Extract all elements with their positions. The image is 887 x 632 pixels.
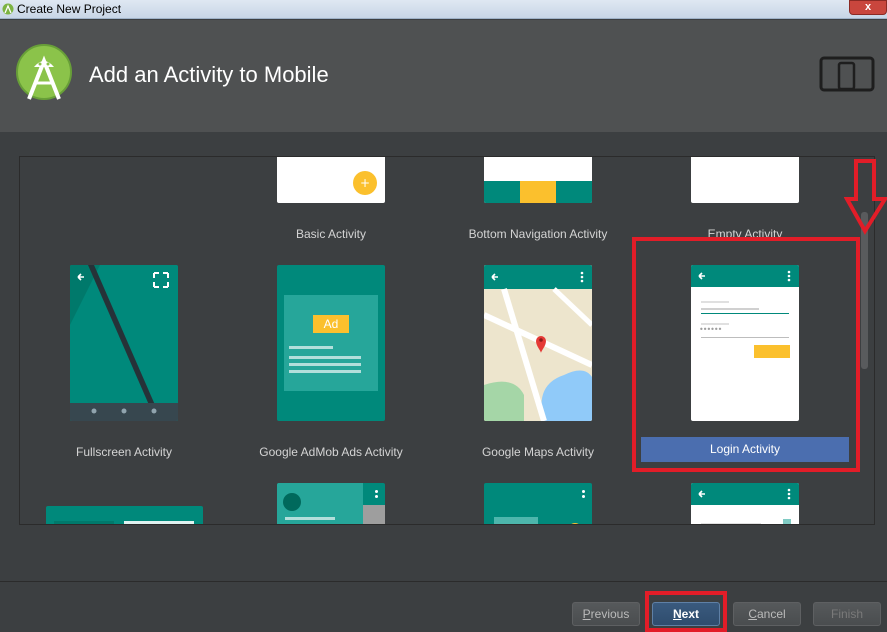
cancel-mnemonic: C bbox=[748, 607, 757, 621]
activity-card-fullscreen[interactable] bbox=[70, 265, 178, 421]
fullscreen-preview bbox=[70, 265, 178, 421]
login-activity-highlight bbox=[632, 237, 860, 472]
previous-button[interactable]: Previous bbox=[572, 602, 640, 626]
activity-label-fullscreen: Fullscreen Activity bbox=[75, 445, 173, 459]
wizard-header: Add an Activity to Mobile bbox=[0, 20, 887, 132]
activity-card-admob[interactable]: Ad bbox=[277, 265, 385, 421]
activity-card-settings[interactable] bbox=[691, 483, 799, 524]
activity-label-admob: Google AdMob Ads Activity bbox=[259, 445, 403, 459]
next-button[interactable]: Next bbox=[652, 602, 720, 626]
back-arrow-icon bbox=[698, 488, 791, 500]
activity-card-bottom-navigation[interactable] bbox=[484, 157, 592, 203]
gallery-scrollbar-thumb[interactable] bbox=[861, 212, 868, 369]
activity-card-maps[interactable] bbox=[484, 265, 592, 421]
android-studio-icon bbox=[2, 3, 14, 15]
activity-card-basic[interactable]: + bbox=[277, 157, 385, 203]
scroll-down-arrow-annotation-icon bbox=[844, 159, 887, 235]
cancel-label: ancel bbox=[756, 607, 786, 621]
next-mnemonic: N bbox=[672, 607, 682, 621]
footer-separator bbox=[0, 581, 887, 582]
phone-tablet-icon bbox=[819, 56, 875, 92]
fab-icon: + bbox=[353, 171, 377, 195]
activity-card-navigation-drawer[interactable] bbox=[277, 483, 385, 524]
previous-label: revious bbox=[590, 607, 630, 621]
activity-card-empty[interactable] bbox=[691, 157, 799, 203]
activity-card-master-detail[interactable] bbox=[46, 506, 203, 524]
activity-label-maps: Google Maps Activity bbox=[481, 445, 595, 459]
window-titlebar: Create New Project x bbox=[0, 0, 887, 19]
finish-button[interactable]: Finish bbox=[813, 602, 881, 626]
cancel-button[interactable]: Cancel bbox=[733, 602, 801, 626]
android-studio-logo-icon bbox=[16, 44, 72, 100]
close-button[interactable]: x bbox=[849, 0, 887, 15]
window-title: Create New Project bbox=[17, 2, 122, 16]
previous-mnemonic: P bbox=[582, 607, 591, 621]
ad-badge: Ad bbox=[313, 315, 349, 333]
map-preview bbox=[484, 265, 592, 421]
activity-card-scrolling[interactable] bbox=[484, 483, 592, 524]
next-label: ext bbox=[681, 607, 699, 621]
activity-label-bottom-navigation: Bottom Navigation Activity bbox=[468, 227, 608, 241]
page-title: Add an Activity to Mobile bbox=[89, 62, 329, 87]
activity-label-basic: Basic Activity bbox=[295, 227, 367, 241]
